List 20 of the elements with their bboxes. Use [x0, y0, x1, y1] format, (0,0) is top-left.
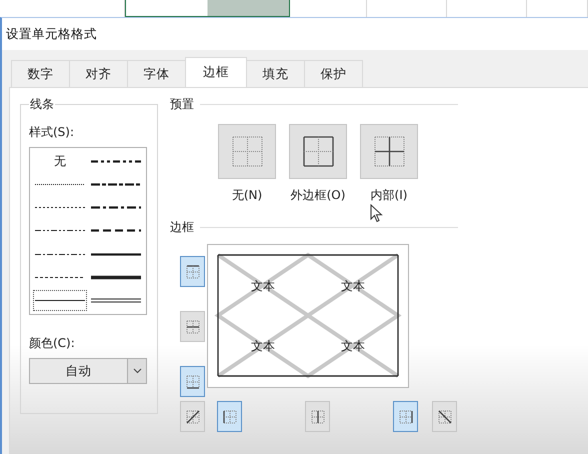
tab[interactable]: 数字: [11, 60, 70, 87]
line-style-item[interactable]: 无: [32, 150, 88, 174]
preview-text: 文本: [341, 279, 365, 293]
section-title: 边框: [170, 219, 194, 236]
color-dropdown[interactable]: 自动: [29, 358, 147, 384]
field-label: 样式(S):: [29, 124, 76, 141]
preset-label: 外边框(O): [290, 187, 346, 204]
preview-text: 文本: [341, 339, 365, 353]
border-preview[interactable]: 文本 文本 文本 文本: [207, 244, 409, 388]
preset-label: 内部(I): [370, 187, 408, 204]
preview-text: 文本: [251, 279, 275, 293]
line-style-list[interactable]: 无: [29, 147, 147, 315]
tab[interactable]: 保护: [304, 60, 363, 87]
preview-text: 文本: [251, 339, 275, 353]
group-title: 线条: [29, 96, 55, 113]
field-label: 颜色(C):: [29, 335, 76, 352]
window-title: 设置单元格格式: [6, 26, 97, 42]
tab[interactable]: 边框: [185, 57, 247, 87]
section-title: 预置: [170, 96, 194, 113]
preset-label: 无(N): [232, 187, 262, 204]
